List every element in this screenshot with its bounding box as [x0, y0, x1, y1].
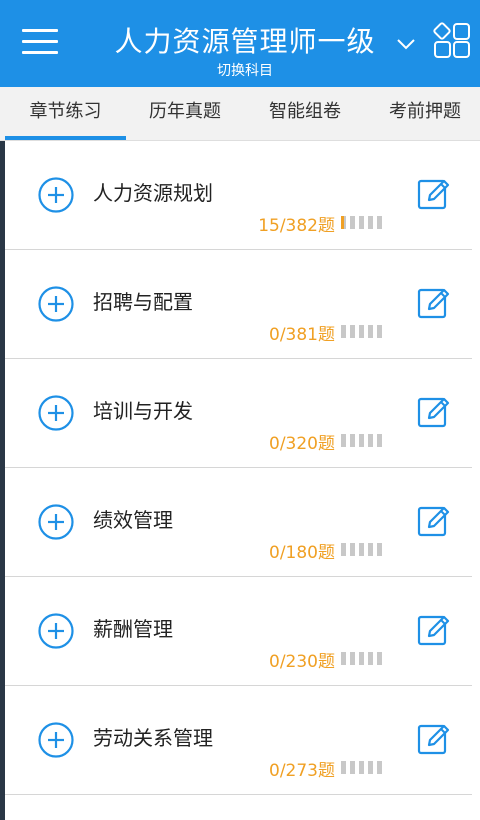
active-tab-indicator [5, 136, 126, 140]
switch-subject-label[interactable]: 切换科目 [100, 62, 390, 80]
progress-segment [350, 434, 355, 447]
chapter-title: 招聘与配置 [93, 290, 193, 314]
tab-pre-exam[interactable]: 考前押题 [370, 87, 480, 140]
progress-segment [368, 543, 373, 556]
progress-segment [359, 216, 364, 229]
progress-segment [359, 543, 364, 556]
progress-segment [359, 434, 364, 447]
edit-pencil-icon[interactable] [417, 722, 451, 756]
chapter-title: 劳动关系管理 [93, 726, 213, 750]
edit-pencil-icon[interactable] [417, 613, 451, 647]
progress-segment [350, 761, 355, 774]
chapter-progress-count: 15/382题 [258, 216, 335, 236]
progress-segment [377, 543, 382, 556]
progress-segment [359, 325, 364, 338]
progress-segment [377, 761, 382, 774]
chapter-item[interactable]: 绩效管理 0/180题 [5, 468, 472, 577]
progress-bar [341, 761, 391, 774]
subject-title[interactable]: 人力资源管理师一级 [100, 22, 390, 62]
tab-smart-quiz[interactable]: 智能组卷 [250, 87, 360, 140]
progress-segment [368, 761, 373, 774]
expand-plus-icon[interactable] [37, 176, 75, 214]
chapter-list: 人力资源规划 15/382题 招聘与配置 0/381题 培训与开发 0/320题 [5, 141, 480, 795]
progress-bar [341, 325, 391, 338]
chapter-title: 绩效管理 [93, 508, 173, 532]
edit-pencil-icon[interactable] [417, 395, 451, 429]
progress-segment [350, 216, 355, 229]
progress-segment [341, 434, 346, 447]
progress-segment [377, 434, 382, 447]
progress-segment [368, 325, 373, 338]
progress-segment [350, 325, 355, 338]
chapter-item[interactable]: 培训与开发 0/320题 [5, 359, 472, 468]
chapter-item[interactable]: 人力资源规划 15/382题 [5, 141, 472, 250]
chapter-progress-count: 0/230题 [269, 652, 335, 672]
chapter-progress-count: 0/320题 [269, 434, 335, 454]
progress-segment [341, 761, 346, 774]
chapter-title: 培训与开发 [93, 399, 193, 423]
tab-past-exams[interactable]: 历年真题 [130, 87, 240, 140]
progress-bar [341, 543, 391, 556]
progress-segment [341, 652, 346, 665]
progress-segment [341, 325, 346, 338]
expand-plus-icon[interactable] [37, 285, 75, 323]
chapter-title: 薪酬管理 [93, 617, 173, 641]
progress-bar [341, 652, 391, 665]
expand-plus-icon[interactable] [37, 503, 75, 541]
tab-bar: 章节练习 历年真题 智能组卷 考前押题 [0, 87, 480, 141]
chapter-item[interactable]: 薪酬管理 0/230题 [5, 577, 472, 686]
chapter-item[interactable]: 劳动关系管理 0/273题 [5, 686, 472, 795]
grid-icon[interactable] [432, 22, 472, 62]
chapter-progress-count: 0/180题 [269, 543, 335, 563]
edit-pencil-icon[interactable] [417, 286, 451, 320]
edit-pencil-icon[interactable] [417, 177, 451, 211]
progress-segment [368, 216, 373, 229]
progress-segment [359, 761, 364, 774]
expand-plus-icon[interactable] [37, 612, 75, 650]
progress-bar [341, 216, 391, 229]
progress-segment [341, 543, 346, 556]
progress-segment [377, 325, 382, 338]
expand-plus-icon[interactable] [37, 394, 75, 432]
chapter-item[interactable]: 招聘与配置 0/381题 [5, 250, 472, 359]
progress-segment [377, 216, 382, 229]
tab-chapter-practice[interactable]: 章节练习 [5, 87, 126, 140]
hamburger-menu-icon[interactable] [22, 26, 58, 58]
progress-segment [368, 652, 373, 665]
progress-segment [350, 543, 355, 556]
edit-pencil-icon[interactable] [417, 504, 451, 538]
app-header: 人力资源管理师一级 切换科目 [0, 0, 480, 87]
progress-segment [359, 652, 364, 665]
chevron-down-icon[interactable] [394, 32, 418, 56]
progress-segment [368, 434, 373, 447]
chapter-progress-count: 0/273题 [269, 761, 335, 781]
chapter-title: 人力资源规划 [93, 181, 213, 205]
chapter-progress-count: 0/381题 [269, 325, 335, 345]
progress-fill [341, 216, 344, 229]
progress-segment [377, 652, 382, 665]
progress-bar [341, 434, 391, 447]
progress-segment [350, 652, 355, 665]
expand-plus-icon[interactable] [37, 721, 75, 759]
